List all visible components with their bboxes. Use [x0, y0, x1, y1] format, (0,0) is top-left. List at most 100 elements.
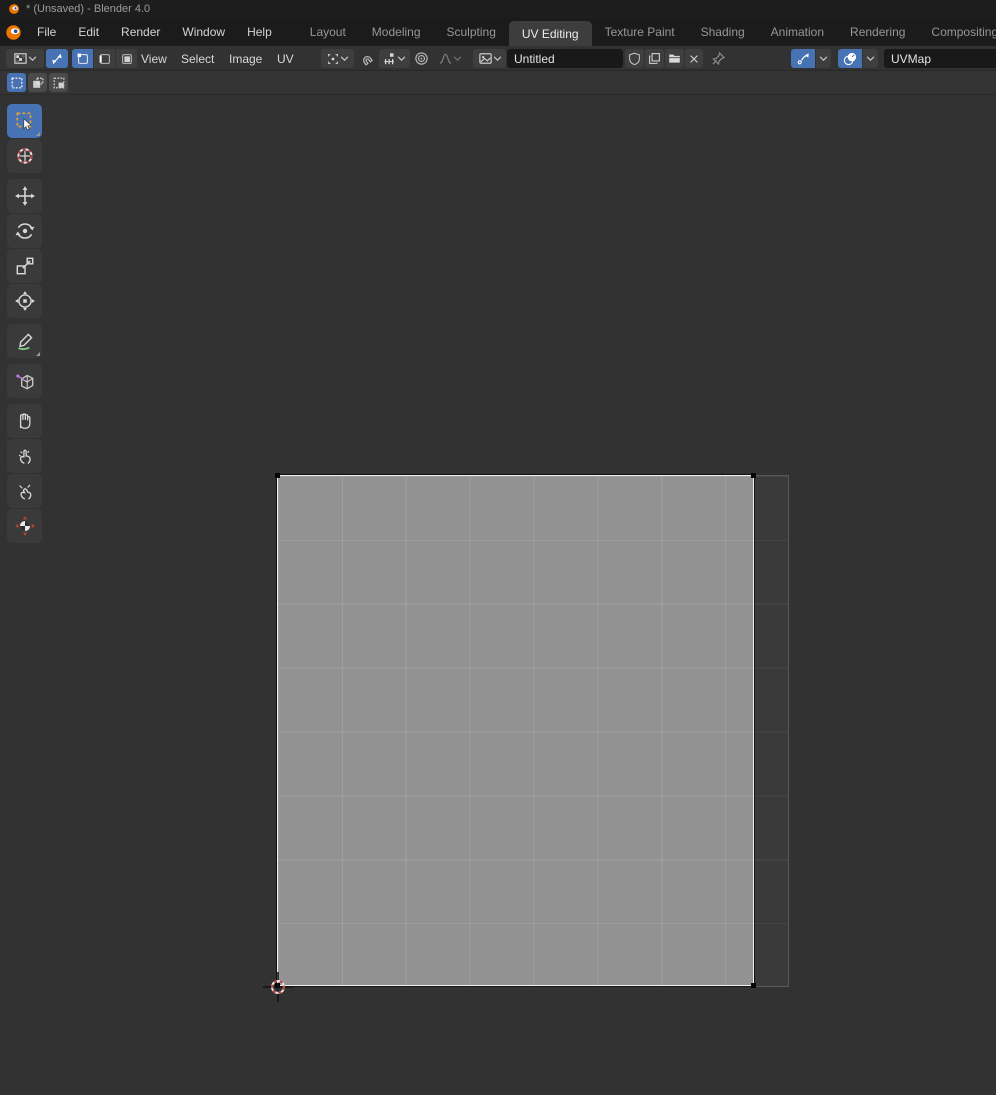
- gizmo-icon: [797, 53, 809, 65]
- proportional-edit-icon: [415, 52, 428, 65]
- menu-file[interactable]: File: [26, 18, 67, 46]
- tool-2d-cursor[interactable]: [7, 139, 42, 173]
- box-select-icon: [15, 112, 32, 131]
- select-mode-extend-button[interactable]: [28, 73, 47, 92]
- grab-hand-icon: [19, 413, 30, 429]
- select-mode-set-button[interactable]: [7, 73, 26, 92]
- snap-target-dropdown[interactable]: [379, 49, 410, 68]
- rotate-icon: [15, 223, 34, 239]
- uv-island[interactable]: [277, 475, 754, 986]
- tool-move[interactable]: [7, 179, 42, 213]
- uv-editor-header: View Select Image UV Untitled UVMap: [0, 46, 996, 71]
- topbar: File Edit Render Window Help Layout Mode…: [0, 18, 996, 46]
- editor-type-dropdown[interactable]: [6, 49, 44, 68]
- blender-menu-button[interactable]: [0, 18, 26, 46]
- tool-annotate[interactable]: [7, 324, 42, 358]
- tool-scale[interactable]: [7, 249, 42, 283]
- uv-vertex-bottom-right[interactable]: [751, 983, 756, 988]
- uv-editor-icon: [14, 53, 27, 64]
- show-gizmo-toggle[interactable]: [791, 49, 815, 68]
- vertex-select-icon: [77, 53, 88, 64]
- tool-transform[interactable]: [7, 284, 42, 318]
- menu-select[interactable]: Select: [179, 46, 216, 71]
- overlays-options-dropdown[interactable]: [863, 49, 878, 68]
- annotate-icon: [17, 333, 33, 350]
- duplicate-icon: [649, 53, 660, 64]
- menu-image[interactable]: Image: [227, 46, 264, 71]
- window-title: * (Unsaved) - Blender 4.0: [26, 3, 151, 15]
- window-titlebar: * (Unsaved) - Blender 4.0: [0, 0, 996, 18]
- edge-select-icon: [99, 53, 110, 64]
- image-name-field[interactable]: Untitled: [507, 49, 623, 68]
- menu-edit[interactable]: Edit: [67, 18, 110, 46]
- tab-shading[interactable]: Shading: [688, 18, 758, 46]
- tab-layout[interactable]: Layout: [297, 18, 359, 46]
- tool-magnify[interactable]: [7, 509, 42, 543]
- uv-map-field[interactable]: UVMap: [884, 49, 996, 68]
- move-icon: [14, 186, 35, 206]
- uv-vertex-top-right[interactable]: [751, 473, 756, 478]
- uv-selection-mode-group: [72, 49, 137, 68]
- magnet-icon: [363, 56, 373, 66]
- folder-icon: [669, 54, 680, 63]
- pivot-icon: [328, 53, 338, 64]
- menu-help[interactable]: Help: [236, 18, 283, 46]
- tab-sculpting[interactable]: Sculpting: [434, 18, 509, 46]
- tool-rotate[interactable]: [7, 214, 42, 248]
- chevron-down-icon: [453, 56, 461, 62]
- sync-arrows-icon: [52, 53, 62, 64]
- select-extend-icon: [32, 77, 43, 88]
- open-image-button[interactable]: [665, 49, 684, 68]
- proportional-falloff-dropdown[interactable]: [434, 49, 465, 68]
- overlays-icon: [843, 52, 856, 66]
- pin-icon: [711, 51, 725, 66]
- pin-image-toggle[interactable]: [708, 49, 728, 68]
- cursor-2d: [262, 971, 294, 1003]
- snap-toggle[interactable]: [356, 49, 377, 68]
- select-mode-subtract-button[interactable]: [49, 73, 68, 92]
- tool-pinch[interactable]: [7, 474, 42, 508]
- tab-compositing[interactable]: Compositing: [918, 18, 996, 46]
- relax-hand-icon: [18, 449, 31, 464]
- fake-user-button[interactable]: [625, 49, 644, 68]
- rip-region-icon: [15, 374, 33, 390]
- chevron-down-icon: [340, 56, 349, 62]
- chevron-down-icon: [493, 56, 501, 62]
- tab-modeling[interactable]: Modeling: [359, 18, 434, 46]
- scale-icon: [16, 257, 33, 275]
- gizmo-options-dropdown[interactable]: [816, 49, 831, 68]
- tab-uv-editing[interactable]: UV Editing: [508, 21, 592, 46]
- chevron-down-icon: [866, 56, 875, 62]
- tab-texture-paint[interactable]: Texture Paint: [592, 18, 688, 46]
- unlink-image-button[interactable]: [685, 49, 703, 68]
- transform-icon: [14, 291, 35, 311]
- select-set-icon: [11, 77, 22, 88]
- close-icon: [690, 54, 698, 63]
- image-browse-dropdown[interactable]: [473, 49, 506, 68]
- menu-window[interactable]: Window: [171, 18, 236, 46]
- menu-view[interactable]: View: [139, 46, 169, 71]
- checker-magnify-icon: [14, 516, 35, 536]
- blender-logo-icon: [5, 24, 21, 40]
- tool-box-select[interactable]: [7, 104, 42, 138]
- select-mode-face-button[interactable]: [116, 49, 137, 68]
- face-select-icon: [121, 53, 132, 64]
- select-mode-edge-button[interactable]: [94, 49, 115, 68]
- tab-rendering[interactable]: Rendering: [837, 18, 918, 46]
- pivot-point-dropdown[interactable]: [321, 49, 354, 68]
- menu-uv[interactable]: UV: [275, 46, 296, 71]
- new-image-button[interactable]: [645, 49, 664, 68]
- tool-relax[interactable]: [7, 439, 42, 473]
- tool-rip-region[interactable]: [7, 364, 42, 398]
- chevron-down-icon: [28, 56, 37, 62]
- uv-vertex-top-left[interactable]: [275, 473, 280, 478]
- tool-grab[interactable]: [7, 404, 42, 438]
- proportional-editing-toggle[interactable]: [411, 49, 432, 68]
- menu-render[interactable]: Render: [110, 18, 171, 46]
- uv-sync-selection-toggle[interactable]: [46, 49, 68, 68]
- pinch-hand-icon: [18, 484, 31, 500]
- select-mode-vertex-button[interactable]: [72, 49, 93, 68]
- show-overlays-toggle[interactable]: [838, 49, 862, 68]
- tab-animation[interactable]: Animation: [758, 18, 837, 46]
- image-icon: [478, 53, 492, 64]
